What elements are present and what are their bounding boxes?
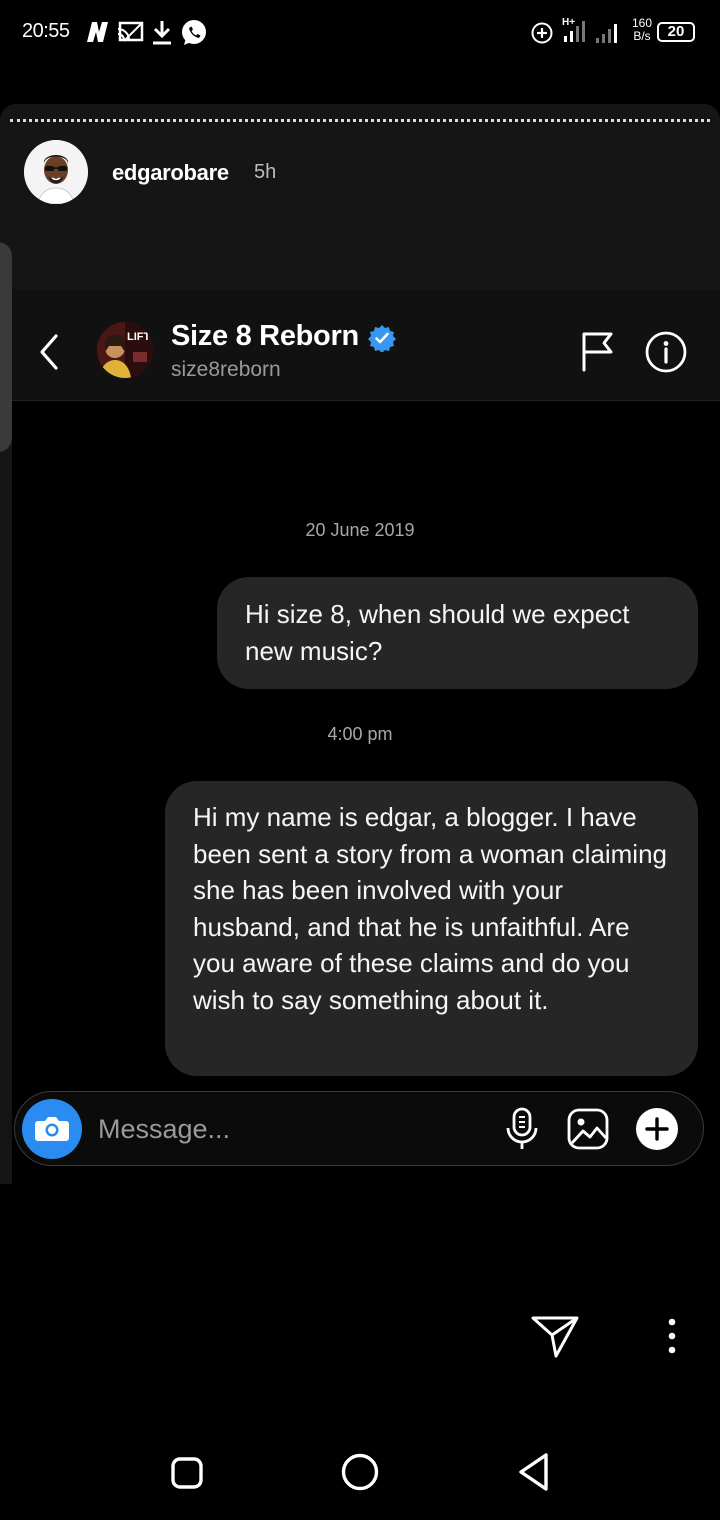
- story-time: 5h: [254, 161, 277, 183]
- camera-button[interactable]: [22, 1099, 82, 1159]
- download-icon: [153, 21, 171, 45]
- contact-name[interactable]: Size 8 Reborn: [171, 320, 359, 353]
- message-bubble-outgoing[interactable]: Hi size 8, when should we expect new mus…: [217, 577, 698, 689]
- contact-avatar[interactable]: LIFT: [97, 322, 153, 378]
- cartoon-avatar-icon: [24, 140, 88, 204]
- verified-badge-icon: [368, 325, 396, 352]
- camera-icon: [35, 1117, 69, 1141]
- contact-handle: size8reborn: [171, 358, 281, 381]
- message-bubble-outgoing[interactable]: Hi my name is edgar, a blogger. I have b…: [165, 781, 698, 1076]
- microphone-icon[interactable]: [502, 1106, 542, 1152]
- more-options-button[interactable]: [636, 1108, 678, 1150]
- date-stamp: 20 June 2019: [305, 520, 415, 540]
- network-speed-unit: B/s: [633, 29, 651, 43]
- netflix-icon: [87, 22, 108, 42]
- back-arrow-icon[interactable]: [34, 332, 64, 372]
- battery-icon: 20: [657, 22, 695, 42]
- story-username[interactable]: edgarobare: [112, 160, 229, 186]
- back-nav-icon[interactable]: [514, 1450, 554, 1494]
- svg-text:H+: H+: [562, 17, 575, 28]
- flag-icon[interactable]: [578, 330, 616, 372]
- time-stamp: 4:00 pm: [327, 724, 393, 744]
- recent-apps-icon[interactable]: [170, 1456, 204, 1490]
- signal-icon: [596, 24, 617, 43]
- side-panel-handle[interactable]: [0, 242, 12, 452]
- avatar-text: LIFT: [127, 331, 150, 343]
- gallery-icon[interactable]: [566, 1107, 610, 1151]
- more-vertical-icon[interactable]: [660, 1316, 684, 1356]
- info-icon[interactable]: [644, 330, 688, 374]
- message-input[interactable]: [98, 1109, 478, 1149]
- home-icon[interactable]: [340, 1452, 380, 1492]
- signal-icon: H+: [562, 17, 585, 42]
- story-avatar[interactable]: [24, 140, 88, 204]
- network-speed: 160 B/s: [629, 17, 655, 43]
- screen-cast-icon: [118, 21, 144, 42]
- data-saver-icon: [531, 22, 553, 44]
- battery-level: 20: [667, 23, 685, 40]
- plus-icon: [645, 1117, 669, 1141]
- contact-photo: LIFT: [97, 322, 153, 378]
- network-speed-value: 160: [631, 16, 653, 30]
- status-time: 20:55: [22, 20, 70, 42]
- send-icon[interactable]: [530, 1314, 580, 1360]
- whatsapp-icon: [182, 20, 206, 45]
- story-progress-bar: [10, 119, 710, 122]
